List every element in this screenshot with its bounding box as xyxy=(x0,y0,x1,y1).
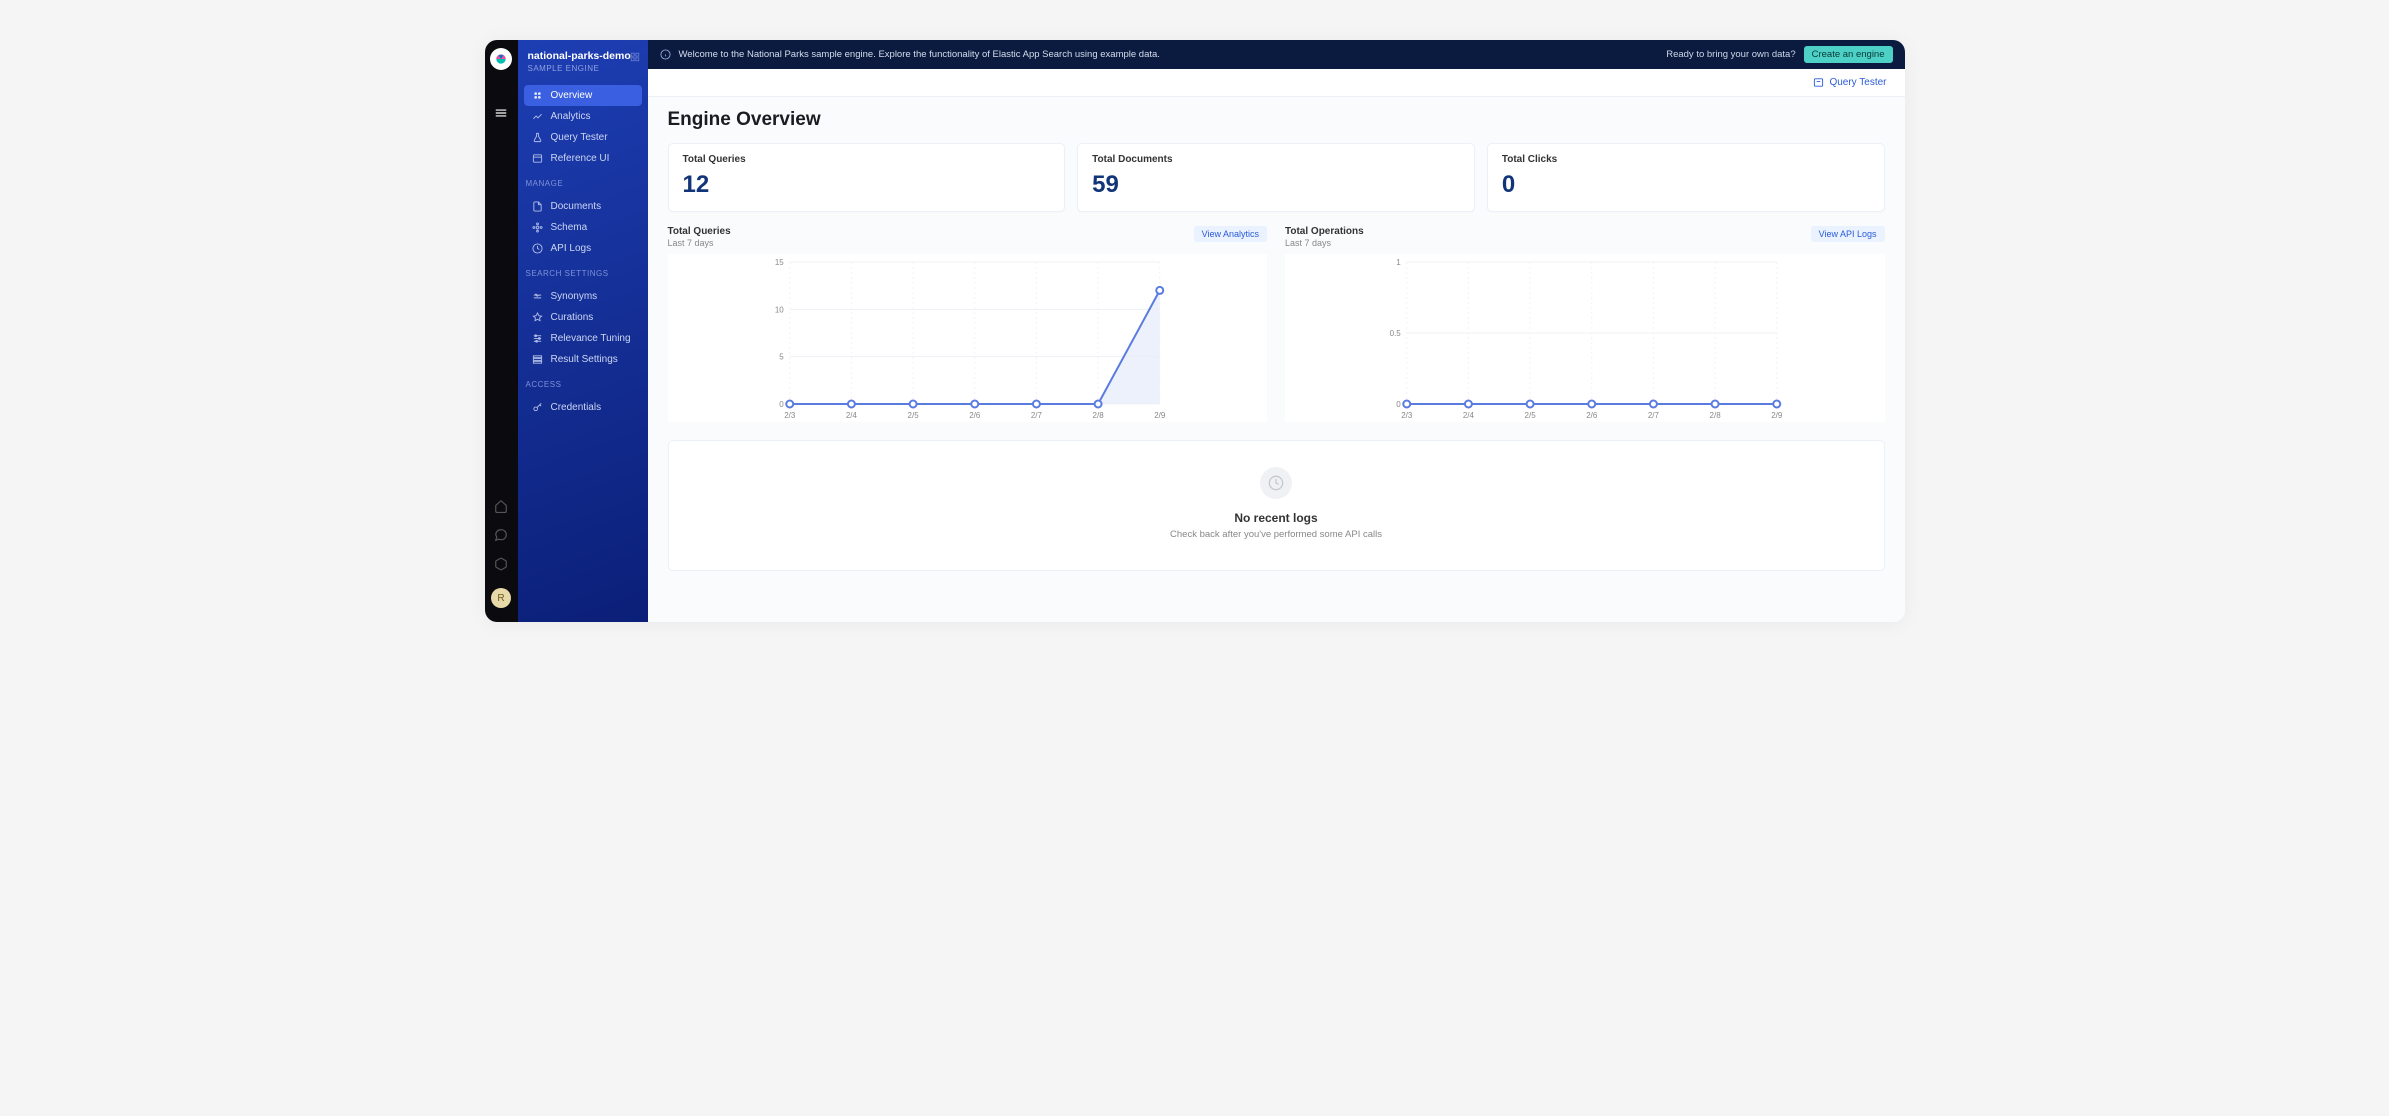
page-title: Engine Overview xyxy=(668,109,1885,131)
operations-chart: 0 0.5 1 2/3 2/4 2/5 2/6 2/7 2/8 2/9 xyxy=(1285,254,1885,422)
sidebar-item-synonyms[interactable]: Synonyms xyxy=(524,286,642,307)
svg-text:2/3: 2/3 xyxy=(1401,411,1413,420)
svg-text:0.5: 0.5 xyxy=(1390,329,1402,338)
info-icon xyxy=(660,49,671,60)
sidebar-label-search: SEARCH SETTINGS xyxy=(518,263,648,280)
sidebar-item-api-logs[interactable]: API Logs xyxy=(524,238,642,259)
home-icon[interactable] xyxy=(494,499,508,516)
key-icon xyxy=(532,402,544,413)
sidebar-item-analytics[interactable]: Analytics xyxy=(524,106,642,127)
sidebar-item-curations[interactable]: Curations xyxy=(524,307,642,328)
sidebar-item-label: Query Tester xyxy=(551,132,608,143)
chart-queries-subtitle: Last 7 days xyxy=(668,238,731,248)
metric-value: 0 xyxy=(1502,171,1870,199)
window-icon xyxy=(532,153,544,164)
logs-empty-subtitle: Check back after you've performed some A… xyxy=(689,529,1864,540)
metric-label: Total Documents xyxy=(1092,154,1460,165)
curations-icon xyxy=(532,312,544,323)
metric-label: Total Clicks xyxy=(1502,154,1870,165)
sidebar-label-manage: MANAGE xyxy=(518,173,648,190)
chat-icon[interactable] xyxy=(494,528,508,545)
view-api-logs-button[interactable]: View API Logs xyxy=(1811,226,1885,242)
schema-icon xyxy=(532,222,544,233)
sidebar-item-result-settings[interactable]: Result Settings xyxy=(524,349,642,370)
engine-tag: SAMPLE ENGINE xyxy=(528,64,638,73)
svg-text:2/5: 2/5 xyxy=(1525,411,1537,420)
sidebar-item-label: API Logs xyxy=(551,243,592,254)
sidebar-item-reference-ui[interactable]: Reference UI xyxy=(524,148,642,169)
svg-text:2/3: 2/3 xyxy=(784,411,796,420)
user-avatar[interactable]: R xyxy=(491,588,511,608)
metric-card-total-queries: Total Queries 12 xyxy=(668,143,1066,212)
engine-name: national-parks-demo xyxy=(528,50,638,62)
sidebar-item-credentials[interactable]: Credentials xyxy=(524,397,642,418)
sidebar-item-schema[interactable]: Schema xyxy=(524,217,642,238)
sidebar-label-access: ACCESS xyxy=(518,374,648,391)
metric-card-total-documents: Total Documents 59 xyxy=(1077,143,1475,212)
sidebar-item-label: Documents xyxy=(551,201,602,212)
results-icon xyxy=(532,354,544,365)
svg-text:0: 0 xyxy=(779,400,784,409)
svg-text:2/4: 2/4 xyxy=(845,411,857,420)
svg-text:2/9: 2/9 xyxy=(1154,411,1166,420)
sidebar-item-label: Schema xyxy=(551,222,588,233)
recent-logs-panel: No recent logs Check back after you've p… xyxy=(668,440,1885,571)
menu-icon[interactable] xyxy=(494,106,508,123)
sidebar-item-label: Relevance Tuning xyxy=(551,333,631,344)
sidebar-item-label: Analytics xyxy=(551,111,591,122)
banner-message: Welcome to the National Parks sample eng… xyxy=(679,49,1160,60)
svg-text:2/4: 2/4 xyxy=(1463,411,1475,420)
queries-chart: 0 5 10 15 2/3 2/4 2/5 2/6 2/7 2/8 2/9 xyxy=(668,254,1268,422)
sidebar-item-label: Credentials xyxy=(551,402,602,413)
clock-icon xyxy=(1260,467,1292,499)
elastic-logo-icon[interactable] xyxy=(490,48,512,70)
svg-text:10: 10 xyxy=(774,305,783,314)
sidebar-item-label: Reference UI xyxy=(551,153,610,164)
metric-value: 12 xyxy=(683,171,1051,199)
tuning-icon xyxy=(532,333,544,344)
sidebar-item-label: Overview xyxy=(551,90,593,101)
logs-empty-title: No recent logs xyxy=(689,511,1864,525)
svg-text:5: 5 xyxy=(779,353,784,362)
sidebar-item-label: Synonyms xyxy=(551,291,598,302)
sidebar-item-overview[interactable]: Overview xyxy=(524,85,642,106)
svg-text:2/6: 2/6 xyxy=(1586,411,1598,420)
chart-operations-subtitle: Last 7 days xyxy=(1285,238,1364,248)
sidebar-item-documents[interactable]: Documents xyxy=(524,196,642,217)
view-analytics-button[interactable]: View Analytics xyxy=(1194,226,1267,242)
sidebar-item-label: Curations xyxy=(551,312,594,323)
banner-cta-text: Ready to bring your own data? xyxy=(1666,49,1795,60)
app-rail: R xyxy=(485,40,518,622)
dashboard-icon xyxy=(532,90,544,101)
svg-text:2/8: 2/8 xyxy=(1710,411,1722,420)
svg-text:15: 15 xyxy=(774,258,783,267)
sidebar-item-relevance-tuning[interactable]: Relevance Tuning xyxy=(524,328,642,349)
svg-text:2/6: 2/6 xyxy=(969,411,981,420)
create-engine-button[interactable]: Create an engine xyxy=(1804,46,1893,63)
engine-sidebar: national-parks-demo SAMPLE ENGINE Overvi… xyxy=(518,40,648,622)
documents-icon xyxy=(532,201,544,212)
chart-queries-title: Total Queries xyxy=(668,226,731,237)
flask-icon xyxy=(532,132,544,143)
sidebar-item-label: Result Settings xyxy=(551,354,618,365)
sidebar-item-query-tester[interactable]: Query Tester xyxy=(524,127,642,148)
metric-label: Total Queries xyxy=(683,154,1051,165)
svg-text:1: 1 xyxy=(1396,258,1401,267)
chart-operations-title: Total Operations xyxy=(1285,226,1364,237)
svg-text:2/7: 2/7 xyxy=(1030,411,1042,420)
analytics-icon xyxy=(532,111,544,122)
welcome-banner: Welcome to the National Parks sample eng… xyxy=(648,40,1905,69)
svg-text:2/7: 2/7 xyxy=(1648,411,1660,420)
synonyms-icon xyxy=(532,291,544,302)
svg-text:0: 0 xyxy=(1396,400,1401,409)
query-tester-button[interactable]: Query Tester xyxy=(1813,77,1886,88)
package-icon[interactable] xyxy=(494,557,508,574)
grid-icon[interactable] xyxy=(630,52,640,65)
svg-text:2/9: 2/9 xyxy=(1771,411,1783,420)
clock-icon xyxy=(532,243,544,254)
metric-card-total-clicks: Total Clicks 0 xyxy=(1487,143,1885,212)
svg-text:2/5: 2/5 xyxy=(907,411,919,420)
metric-value: 59 xyxy=(1092,171,1460,199)
svg-text:2/8: 2/8 xyxy=(1092,411,1104,420)
